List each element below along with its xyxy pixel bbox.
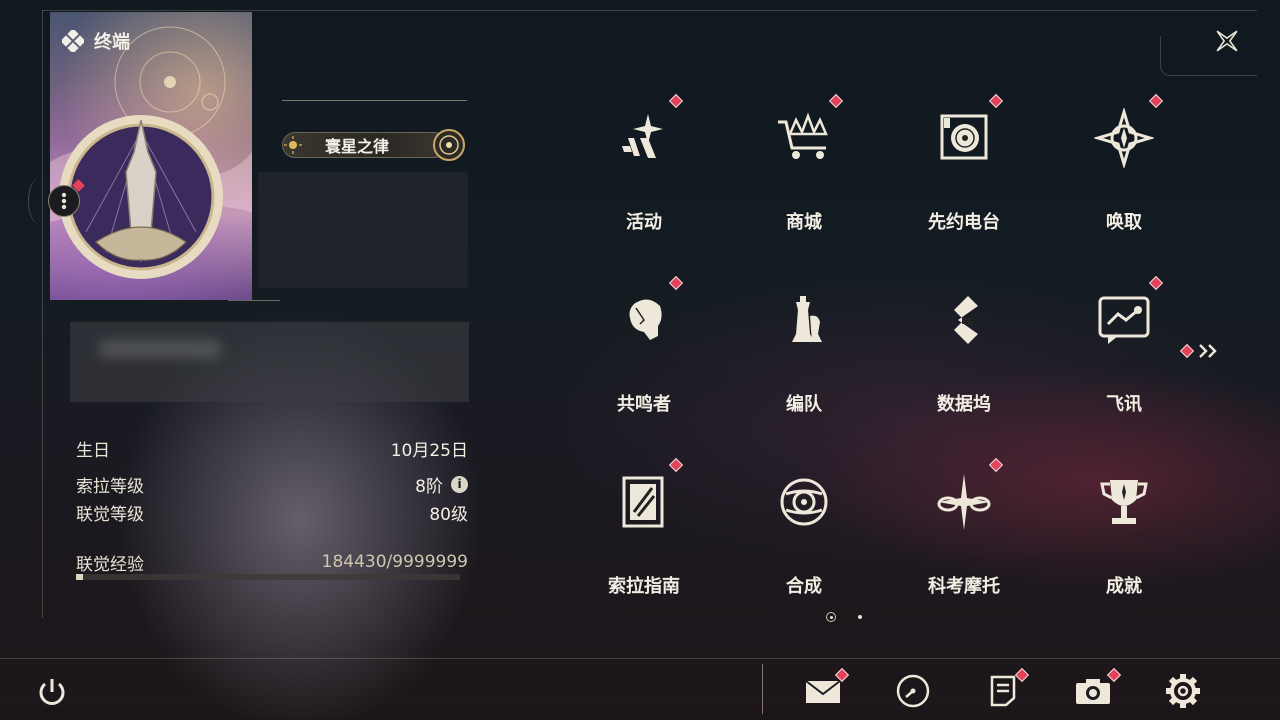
menu-item-label: 共鸣者 [617,394,671,415]
data-dock-icon [934,290,994,350]
bottom-divider [762,664,763,714]
page-indicator [826,612,862,622]
frame-left-line [42,10,43,618]
notice-icon [990,675,1016,707]
stat-union-level: 联觉等级 80级 [76,500,468,525]
stat-value: 10月25日 [390,440,468,461]
motorcycle-icon [934,472,994,532]
stat-label: 生日 [76,440,110,461]
avatar-emblem[interactable] [56,112,226,282]
stat-label: 联觉等级 [76,504,144,525]
notification-badge [668,275,684,291]
double-chevron-right-icon [1199,344,1217,358]
mail-button[interactable] [803,667,850,710]
blurred-signature-panel [70,322,469,402]
menu-item[interactable]: 飞讯 [1074,275,1214,450]
menu-item-label: 先约电台 [928,212,1000,233]
menu-item-label: 数据坞 [937,394,991,415]
close-button[interactable] [1208,22,1246,60]
exp-progress-bar [76,574,460,580]
menu-item-label: 科考摩托 [928,576,1000,597]
next-page-button[interactable] [1179,340,1222,362]
stat-birthday: 生日 10月25日 [76,436,468,461]
separator [228,300,280,301]
frame-top-line [42,10,1257,11]
menu-item-label: 商城 [786,212,822,233]
clock-button[interactable] [893,672,933,710]
blurred-info-panel [258,172,468,288]
menu-item[interactable]: 活动 [594,93,734,268]
chess-pieces-icon [774,290,834,350]
ring-icon [433,129,465,161]
sparkle-icon [614,108,674,168]
blurred-text [100,340,220,358]
name-underline [282,100,467,101]
notification-badge [1148,93,1164,109]
mail-icon [805,680,841,703]
next-page-dot [1179,343,1195,359]
power-icon [39,679,65,705]
synthesis-icon [774,472,834,532]
character-head-icon [614,290,674,350]
menu-item[interactable]: 编队 [754,290,894,450]
menu-item[interactable]: 商城 [754,93,894,268]
exp-progress-fill [76,574,84,580]
notification-badge [668,93,684,109]
sun-icon [284,136,302,154]
settings-gear-icon [1166,674,1200,708]
close-star-icon [1216,30,1238,52]
more-options-button[interactable] [48,185,80,217]
menu-item[interactable]: 合成 [754,472,894,632]
menu-item-label: 成就 [1106,576,1142,597]
message-icon [1094,290,1154,350]
trophy-icon [1094,472,1154,532]
menu-item-label: 编队 [786,394,822,415]
stat-label: 联觉经验 [76,554,144,575]
terminal-title: 终端 [62,28,130,54]
diamond-grid-icon [62,30,84,52]
stat-value: 80级 [429,504,468,525]
menu-item-label: 索拉指南 [608,576,680,597]
menu-item-label: 合成 [786,576,822,597]
notification-badge [668,457,684,473]
page-dot-active[interactable] [826,612,836,622]
menu-item[interactable]: 共鸣者 [594,275,734,450]
stat-union-exp: 联觉经验 184430/9999999 [76,550,468,575]
notice-button[interactable] [983,667,1030,710]
menu-item[interactable]: 成就 [1074,472,1214,632]
page-dot[interactable] [858,615,862,619]
camera-button[interactable] [1073,667,1122,710]
power-button[interactable] [34,674,70,710]
notification-badge [988,457,1004,473]
page-title: 终端 [94,32,130,53]
notification-badge [988,93,1004,109]
title-badge-text: 寰星之律 [325,137,390,156]
camera-icon [1076,679,1110,704]
menu-item[interactable]: 数据坞 [914,290,1054,450]
notification-badge [1148,275,1164,291]
stat-value: 184430/9999999 [321,552,468,572]
settings-button[interactable] [1163,672,1203,710]
menu-item-label: 飞讯 [1106,394,1142,415]
stat-value-group: 8阶 i [415,472,468,497]
menu-item[interactable]: 索拉指南 [594,457,734,632]
menu-item-label: 唤取 [1106,212,1142,233]
stat-value: 8阶 [415,476,443,497]
menu-item[interactable]: 科考摩托 [914,457,1054,632]
notification-badge [828,93,844,109]
menu-item-label: 活动 [626,212,662,233]
radio-record-icon [934,108,994,168]
guide-book-icon [614,472,674,532]
stat-label: 索拉等级 [76,476,144,497]
shopping-cart-icon [774,108,834,168]
compass-star-icon [1094,108,1154,168]
stat-sola-rank: 索拉等级 8阶 i [76,472,468,497]
info-icon[interactable]: i [451,475,468,493]
menu-item[interactable]: 先约电台 [914,93,1054,268]
title-badge[interactable]: 寰星之律 [282,129,466,161]
clock-icon [896,674,930,708]
more-vertical-icon [61,192,67,210]
rail-ornament [28,178,50,224]
menu-item[interactable]: 唤取 [1074,93,1214,268]
